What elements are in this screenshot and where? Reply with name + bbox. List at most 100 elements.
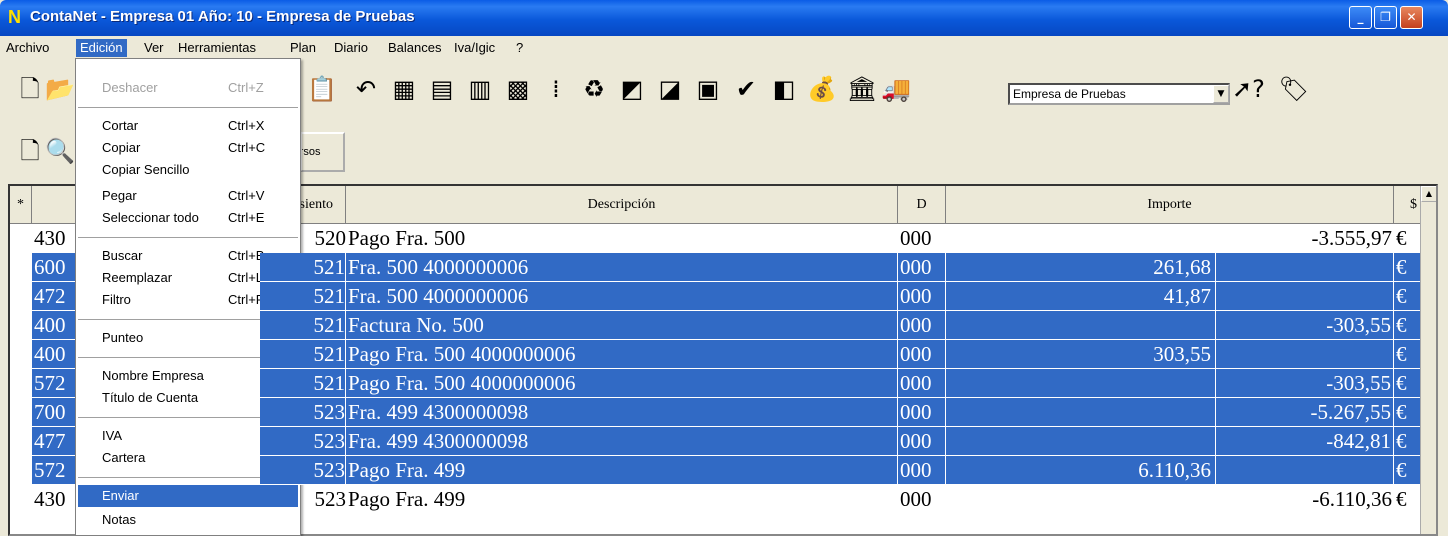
bank-icon[interactable]: 🏛 [846, 74, 878, 104]
cell-currency[interactable]: € [1394, 369, 1422, 398]
cell-asiento[interactable]: 523 [260, 398, 346, 427]
cell-haber[interactable]: -3.555,97 [1216, 224, 1394, 253]
menu-edicion[interactable]: Edición [76, 39, 127, 57]
cell-debe[interactable]: 303,55 [946, 340, 1216, 369]
report-icon[interactable]: ◧ [768, 74, 800, 104]
cell-descripcion[interactable]: Fra. 500 4000000006 [346, 282, 898, 311]
cell-currency[interactable]: € [1394, 282, 1422, 311]
menu-herramientas[interactable]: Herramientas [174, 39, 260, 57]
cell-descripcion[interactable]: Fra. 499 4300000098 [346, 427, 898, 456]
cell-d[interactable]: 000 [898, 427, 946, 456]
header-currency[interactable]: $ [1394, 186, 1422, 224]
menu-archivo[interactable]: Archivo [2, 39, 53, 57]
cell-asiento[interactable]: 521 [260, 311, 346, 340]
cell-debe[interactable]: 41,87 [946, 282, 1216, 311]
cell-asiento[interactable]: 523 [260, 485, 347, 514]
cell-debe[interactable] [946, 311, 1216, 340]
truck-icon[interactable]: 🚚 [880, 74, 912, 104]
cell-currency[interactable]: € [1394, 253, 1422, 282]
cell-descripcion[interactable]: Factura No. 500 [346, 311, 898, 340]
cell-d[interactable]: 000 [898, 253, 946, 282]
menu-iva-igic[interactable]: Iva/Igic [450, 39, 499, 57]
menu-item-copiar[interactable]: Copiar Ctrl+C [78, 137, 298, 159]
recursos-button[interactable]: Recursos [300, 132, 345, 172]
check-mark-icon[interactable]: ✔ [730, 74, 762, 104]
cell-debe[interactable] [946, 485, 1216, 514]
cell-asiento[interactable]: 521 [260, 282, 346, 311]
cell-currency[interactable]: € [1394, 224, 1422, 253]
cell-currency[interactable]: € [1394, 485, 1422, 514]
menu-item-copiar-sencillo[interactable]: Copiar Sencillo [78, 159, 298, 181]
book-icon[interactable]: ▤ [426, 74, 458, 104]
cell-haber[interactable]: -303,55 [1216, 369, 1394, 398]
menu-help[interactable]: ? [512, 39, 527, 57]
cell-debe[interactable] [946, 398, 1216, 427]
cell-d[interactable]: 000 [898, 340, 946, 369]
cell-debe[interactable] [946, 369, 1216, 398]
tag-icon[interactable]: 🏷 [1278, 74, 1310, 104]
new-entry-icon[interactable]: 🗋 [14, 136, 46, 166]
cell-haber[interactable] [1216, 456, 1394, 485]
cell-d[interactable]: 000 [898, 485, 946, 514]
cell-haber[interactable] [1216, 340, 1394, 369]
menu-item-pegar[interactable]: Pegar Ctrl+V [78, 185, 298, 207]
cell-debe[interactable]: 261,68 [946, 253, 1216, 282]
journal-icon[interactable]: ▥ [464, 74, 496, 104]
ledger-icon[interactable]: ▦ [388, 74, 420, 104]
cell-descripcion[interactable]: Fra. 499 4300000098 [346, 398, 898, 427]
recycle-icon[interactable]: ♻ [578, 74, 610, 104]
cell-asiento[interactable]: 523 [260, 456, 346, 485]
header-star[interactable]: * [10, 186, 32, 224]
cell-d[interactable]: 000 [898, 456, 946, 485]
search-globe-icon[interactable]: 🔍 [44, 136, 76, 166]
open-folder-icon[interactable]: 📂 [44, 74, 76, 104]
cell-d[interactable]: 000 [898, 282, 946, 311]
balances-chart-icon[interactable]: ▩ [502, 74, 534, 104]
cell-asiento[interactable]: 520 [260, 224, 347, 253]
cell-descripcion[interactable]: Pago Fra. 499 [346, 456, 898, 485]
header-d[interactable]: D [898, 186, 946, 224]
company-dropdown-arrow-icon[interactable]: ▼ [1213, 85, 1229, 103]
cell-currency[interactable]: € [1394, 340, 1422, 369]
cell-currency[interactable]: € [1394, 427, 1422, 456]
cell-haber[interactable]: -5.267,55 [1216, 398, 1394, 427]
paste-icon[interactable]: 📋 [306, 74, 338, 104]
cell-asiento[interactable]: 523 [260, 427, 346, 456]
company-select[interactable]: Empresa de Pruebas [1008, 83, 1230, 105]
cell-d[interactable]: 000 [898, 224, 946, 253]
cell-haber[interactable] [1216, 282, 1394, 311]
vertical-scrollbar[interactable]: ▲ [1420, 186, 1436, 534]
menu-balances[interactable]: Balances [384, 39, 445, 57]
header-descripcion[interactable]: Descripción [346, 186, 898, 224]
cell-descripcion[interactable]: Pago Fra. 499 [346, 485, 898, 514]
minimize-button[interactable]: _ [1349, 6, 1372, 29]
cell-asiento[interactable]: 521 [260, 340, 346, 369]
menu-item-cortar[interactable]: Cortar Ctrl+X [78, 115, 298, 137]
cell-asiento[interactable]: 521 [260, 369, 346, 398]
cell-haber[interactable]: -303,55 [1216, 311, 1394, 340]
money-bag-icon[interactable]: 💰 [806, 74, 838, 104]
help-pointer-icon[interactable]: ➚? [1232, 74, 1265, 104]
cell-descripcion[interactable]: Pago Fra. 500 4000000006 [346, 369, 898, 398]
save-disk-icon[interactable]: ▣ [692, 74, 724, 104]
iva-soportado-icon[interactable]: ◩ [616, 74, 648, 104]
iva-repercutido-icon[interactable]: ◪ [654, 74, 686, 104]
cell-debe[interactable]: 6.110,36 [946, 456, 1216, 485]
cell-haber[interactable]: -842,81 [1216, 427, 1394, 456]
cell-asiento[interactable]: 521 [260, 253, 346, 282]
restore-button[interactable]: ❐ [1374, 6, 1397, 29]
menu-ver[interactable]: Ver [140, 39, 168, 57]
scroll-up-icon[interactable]: ▲ [1421, 186, 1436, 202]
cell-descripcion[interactable]: Pago Fra. 500 [346, 224, 898, 253]
cell-currency[interactable]: € [1394, 311, 1422, 340]
cell-d[interactable]: 000 [898, 398, 946, 427]
cell-d[interactable]: 000 [898, 369, 946, 398]
cell-descripcion[interactable]: Pago Fra. 500 4000000006 [346, 340, 898, 369]
undo-icon[interactable]: ↶ [350, 74, 382, 104]
cell-haber[interactable] [1216, 253, 1394, 282]
columns-icon[interactable]: ⁞ [540, 74, 572, 104]
menu-plan[interactable]: Plan [286, 39, 320, 57]
close-button[interactable]: ✕ [1400, 6, 1423, 29]
menu-item-deshacer[interactable]: Deshacer Ctrl+Z [78, 77, 298, 99]
cell-d[interactable]: 000 [898, 311, 946, 340]
